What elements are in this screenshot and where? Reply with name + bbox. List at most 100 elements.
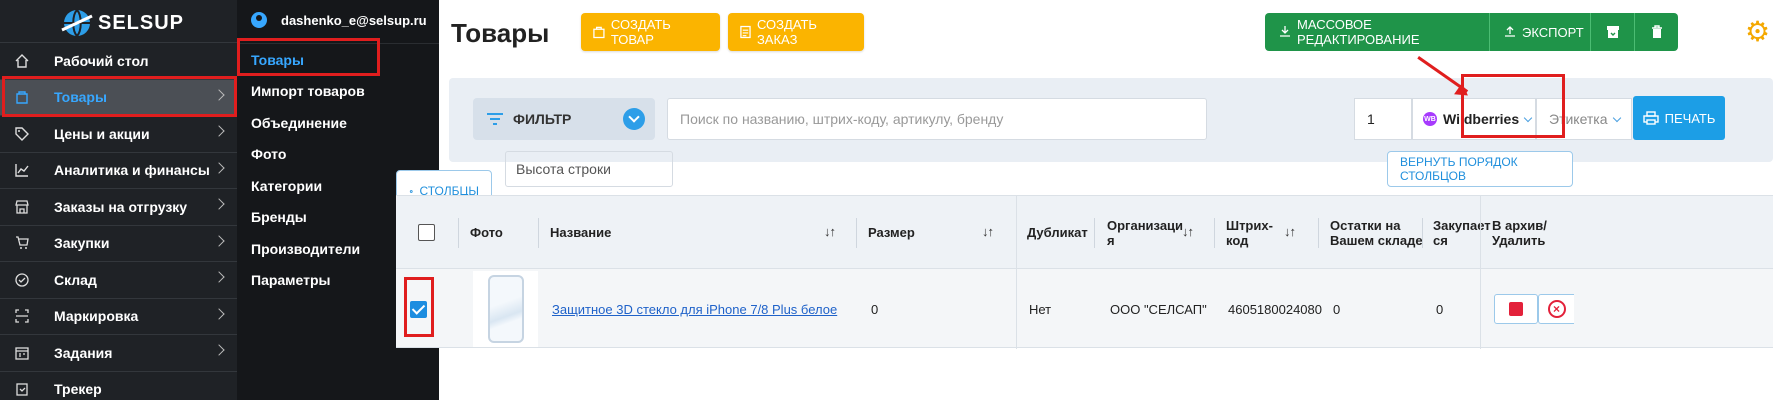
product-photo[interactable] <box>473 271 538 347</box>
sidebar-item-prices[interactable]: Цены и акции <box>0 115 237 152</box>
user-profile[interactable]: dashenko_e@selsup.ru <box>251 12 427 28</box>
reset-column-order-button[interactable]: ВЕРНУТЬ ПОРЯДОК СТОЛБЦОВ <box>1387 151 1573 187</box>
create-order-button[interactable]: СОЗДАТЬ ЗАКАЗ <box>728 13 864 51</box>
printer-icon <box>1642 111 1659 125</box>
duplicate-cell: Нет <box>1029 301 1052 317</box>
column-divider <box>458 218 459 248</box>
column-divider <box>856 218 857 248</box>
sort-arrows-icon[interactable]: ↓↑ <box>1284 224 1296 239</box>
create-product-button[interactable]: СОЗДАТЬ ТОВАР <box>581 13 720 51</box>
print-label: ПЕЧАТЬ <box>1664 110 1716 126</box>
sidebar-item-label: Задания <box>54 344 113 361</box>
column-header-barcode[interactable]: Штрих- код <box>1226 196 1273 269</box>
submenu-item-photo[interactable]: Фото <box>237 139 439 171</box>
sidebar-item-orders[interactable]: Заказы на отгрузку <box>0 188 237 225</box>
phone-glass-image <box>487 275 524 343</box>
product-name-link[interactable]: Защитное 3D стекло для iPhone 7/8 Plus б… <box>552 302 837 317</box>
chevron-down-icon <box>1612 113 1621 122</box>
delete-button[interactable] <box>1634 13 1678 51</box>
column-divider <box>538 218 539 248</box>
column-header-stock-line2: Вашем складе <box>1330 232 1423 248</box>
brand-logo[interactable]: SELSUP <box>60 6 184 40</box>
products-table: Фото Название ↓↑ Размер ↓↑ Дубликат Орга… <box>396 195 1773 374</box>
column-header-purchase[interactable]: Закупает ся <box>1433 196 1491 269</box>
gear-icon[interactable]: ⚙ <box>1745 18 1773 46</box>
sidebar-item-label: Цены и акции <box>54 125 150 142</box>
product-name-cell: Защитное 3D стекло для iPhone 7/8 Plus б… <box>552 269 837 349</box>
search-input[interactable]: Поиск по названию, штрих-коду, артикулу,… <box>667 98 1207 140</box>
sidebar-item-warehouse[interactable]: Склад <box>0 261 237 298</box>
mass-edit-button[interactable]: МАССОВОЕ РЕДАКТИРОВАНИЕ <box>1265 13 1489 51</box>
chevron-down-icon <box>623 108 645 130</box>
export-button[interactable]: ЭКСПОРТ <box>1489 13 1590 51</box>
home-icon <box>14 53 30 69</box>
sort-arrows-icon[interactable]: ↓↑ <box>982 224 994 239</box>
purchase-cell: 0 <box>1436 301 1444 317</box>
reset-column-order-label: ВЕРНУТЬ ПОРЯДОК СТОЛБЦОВ <box>1400 155 1518 183</box>
filter-dropdown[interactable]: ФИЛЬТР <box>473 98 655 140</box>
sidebar-item-purchases[interactable]: Закупки <box>0 224 237 262</box>
sidebar-item-label: Склад <box>54 271 97 288</box>
print-button[interactable]: ПЕЧАТЬ <box>1633 96 1725 140</box>
organization-cell: ООО "СЕЛСАП" <box>1110 301 1207 317</box>
archive-button[interactable] <box>1590 13 1634 51</box>
column-header-organization-line2: я <box>1107 232 1115 248</box>
page-title: Товары <box>451 18 550 48</box>
chevron-right-icon <box>213 161 225 174</box>
column-header-archive-line1: В архив/ <box>1492 217 1547 233</box>
table-row[interactable]: Защитное 3D стекло для iPhone 7/8 Plus б… <box>396 268 1773 349</box>
column-divider <box>1480 269 1481 349</box>
sidebar-item-analytics[interactable]: Аналитика и финансы <box>0 151 237 189</box>
chevron-right-icon <box>213 125 225 137</box>
submenu-item-merge[interactable]: Объединение <box>237 107 439 139</box>
column-divider <box>1214 218 1215 248</box>
table-header: Фото Название ↓↑ Размер ↓↑ Дубликат Орга… <box>396 195 1773 269</box>
create-order-label: СОЗДАТЬ ЗАКАЗ <box>756 17 817 47</box>
column-header-photo[interactable]: Фото <box>470 196 503 269</box>
wildberries-logo-icon: WB <box>1423 112 1437 126</box>
filter-panel: ФИЛЬТР Поиск по названию, штрих-коду, ар… <box>449 78 1773 162</box>
chevron-right-icon <box>213 234 225 247</box>
delete-row-button[interactable]: × <box>1538 294 1574 324</box>
print-quantity-input[interactable]: 1 <box>1354 98 1412 140</box>
column-divider <box>1016 269 1017 349</box>
sidebar: SELSUP Рабочий стол Товары Цены и акции … <box>0 0 237 400</box>
globe-logo-icon <box>61 9 93 37</box>
export-label: ЭКСПОРТ <box>1522 24 1584 40</box>
stock-cell: 0 <box>1333 301 1341 317</box>
column-header-archive[interactable]: В архив/ Удалить <box>1492 196 1547 269</box>
bag-icon <box>593 26 605 39</box>
column-header-organization[interactable]: Организаци я <box>1107 196 1183 269</box>
sort-arrows-icon[interactable]: ↓↑ <box>824 224 836 239</box>
sidebar-item-label: Трекер <box>54 381 102 398</box>
upload-icon <box>1504 25 1516 40</box>
app-root: SELSUP Рабочий стол Товары Цены и акции … <box>0 0 1773 400</box>
column-header-stock[interactable]: Остатки на Вашем складе <box>1330 196 1423 269</box>
cart-icon <box>14 235 30 251</box>
row-height-input[interactable]: Высота строки <box>505 151 673 187</box>
column-divider <box>1094 218 1095 248</box>
chevron-right-icon <box>213 307 225 320</box>
column-header-size[interactable]: Размер <box>868 196 915 269</box>
mass-edit-label: МАССОВОЕ РЕДАКТИРОВАНИЕ <box>1297 17 1420 47</box>
column-divider <box>1016 196 1017 269</box>
archive-row-button[interactable] <box>1494 294 1538 324</box>
sidebar-item-tracker[interactable]: Трекер <box>0 370 237 400</box>
filter-icon <box>487 113 503 125</box>
tag-icon <box>14 126 30 142</box>
sidebar-item-label: Маркировка <box>54 308 139 325</box>
sidebar-item-marking[interactable]: Маркировка <box>0 297 237 335</box>
sort-arrows-icon[interactable]: ↓↑ <box>1182 224 1194 239</box>
close-icon: × <box>1547 300 1566 318</box>
sidebar-item-tasks[interactable]: Задания <box>0 334 237 371</box>
sidebar-item-label: Заказы на отгрузку <box>54 198 188 215</box>
download-icon <box>1279 25 1291 40</box>
select-all-checkbox-cell <box>418 196 435 269</box>
column-header-name[interactable]: Название <box>550 196 611 269</box>
sidebar-item-label: Рабочий стол <box>54 52 149 69</box>
sidebar-item-dashboard[interactable]: Рабочий стол <box>0 42 237 79</box>
column-header-duplicate[interactable]: Дубликат <box>1027 196 1088 269</box>
submenu-item-import[interactable]: Импорт товаров <box>237 76 439 108</box>
select-all-checkbox[interactable] <box>418 224 435 241</box>
column-divider <box>1318 218 1319 248</box>
